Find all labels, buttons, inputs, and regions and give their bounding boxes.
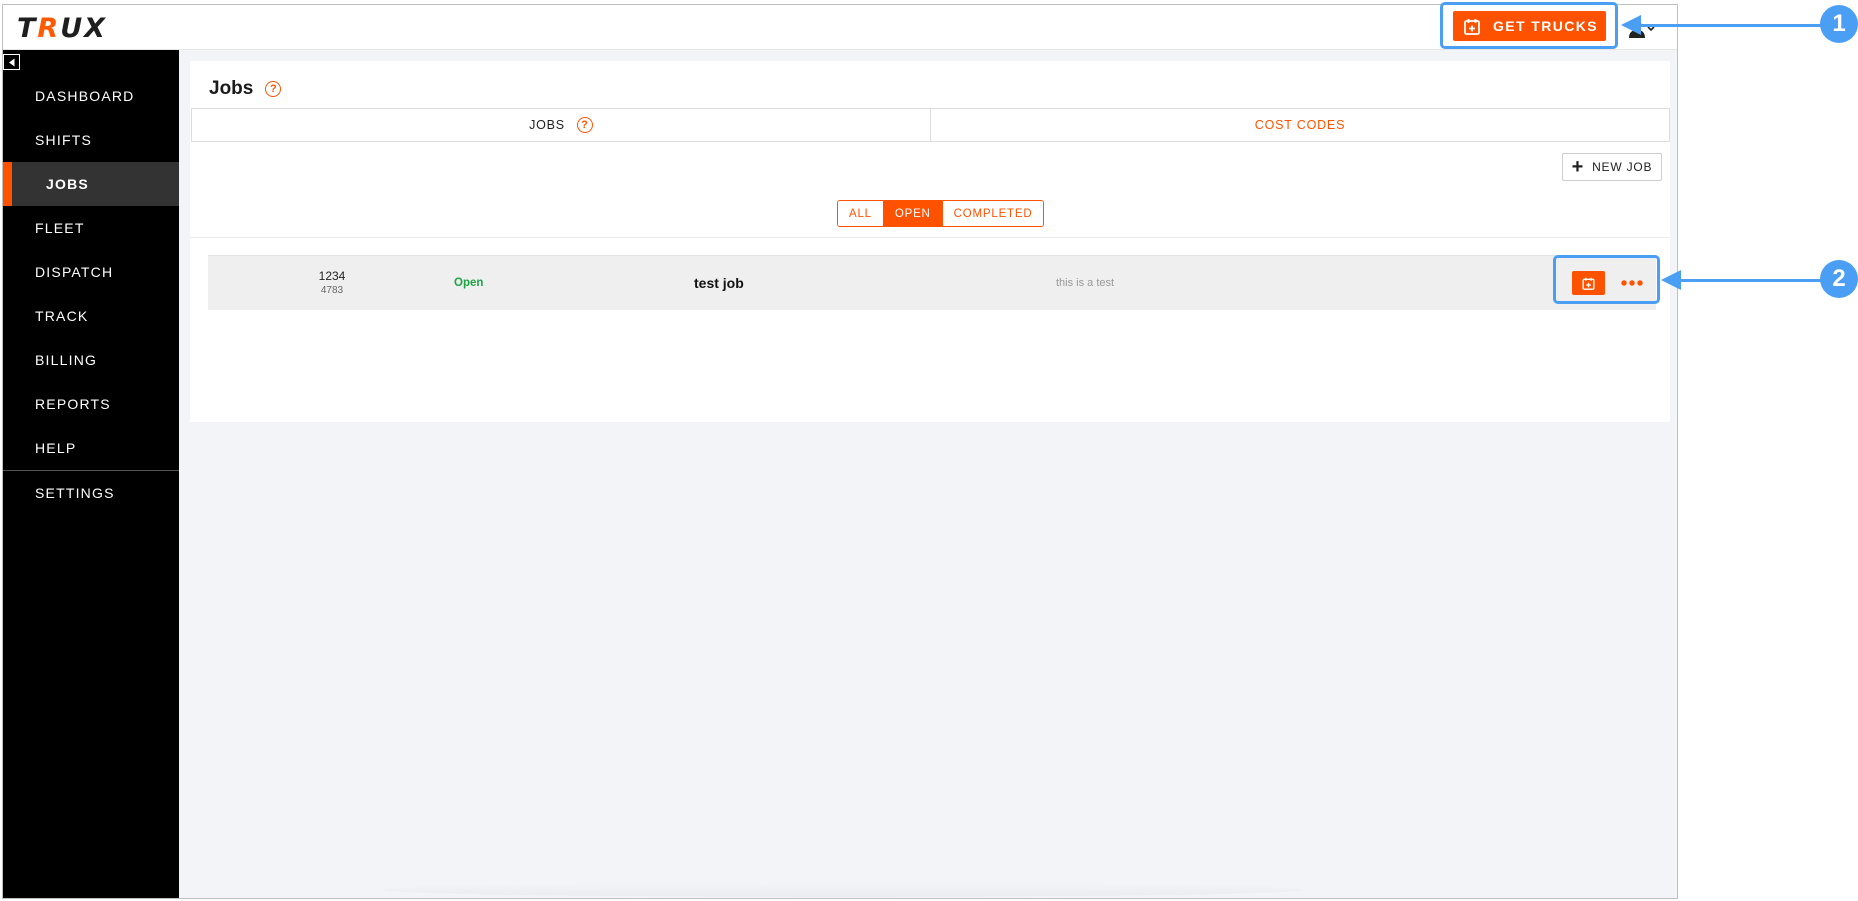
annotation-arrow-line xyxy=(1638,24,1824,27)
new-job-label: NEW JOB xyxy=(1592,160,1653,174)
tab-bar: JOBS ? COST CODES xyxy=(191,108,1670,142)
annotation-arrow-line xyxy=(1678,279,1824,282)
sidebar-item-label: SHIFTS xyxy=(35,132,92,148)
jobs-card: Jobs ? JOBS ? COST CODES + NEW JOB ALL O… xyxy=(190,61,1670,422)
tab-cost-codes[interactable]: COST CODES xyxy=(931,108,1670,141)
sidebar-nav: DASHBOARD SHIFTS JOBS FLEET DISPATCH TRA… xyxy=(3,74,179,515)
sidebar-item-label: DASHBOARD xyxy=(35,88,135,104)
job-number: 1234 xyxy=(318,269,346,283)
logo-text: TRUX xyxy=(17,12,107,44)
filter-completed-button[interactable]: COMPLETED xyxy=(941,201,1044,226)
trux-logo[interactable]: TRUX xyxy=(17,12,107,44)
sidebar-item-billing[interactable]: BILLING xyxy=(3,338,179,382)
divider xyxy=(190,237,1670,238)
highlight-row-actions xyxy=(1553,255,1660,304)
plus-icon: + xyxy=(1571,156,1585,178)
sidebar-item-label: REPORTS xyxy=(35,396,111,412)
new-job-button[interactable]: + NEW JOB xyxy=(1562,153,1662,181)
sidebar-item-label: TRACK xyxy=(35,308,89,324)
question-circle-icon[interactable]: ? xyxy=(576,117,593,133)
sidebar-item-settings[interactable]: SETTINGS xyxy=(3,471,179,515)
sidebar-item-help[interactable]: HELP xyxy=(3,426,179,470)
top-bar: TRUX GET TRUCKS xyxy=(3,5,1677,50)
table-row[interactable]: 1234 4783 Open test job this is a test xyxy=(208,255,1656,310)
annotation-badge-1: 1 xyxy=(1820,5,1858,43)
sidebar-item-jobs[interactable]: JOBS xyxy=(3,162,179,206)
page-title: Jobs ? xyxy=(209,78,282,100)
annotation-badge-2: 2 xyxy=(1820,260,1858,298)
tab-label: JOBS xyxy=(529,118,565,132)
sidebar-item-label: HELP xyxy=(35,440,77,456)
page-title-text: Jobs xyxy=(209,78,254,99)
triangle-left-icon xyxy=(8,58,14,66)
sidebar-item-label: DISPATCH xyxy=(35,264,114,280)
job-status: Open xyxy=(454,277,484,289)
question-circle-icon[interactable]: ? xyxy=(265,81,282,97)
sidebar: DASHBOARD SHIFTS JOBS FLEET DISPATCH TRA… xyxy=(3,50,179,898)
sidebar-item-label: FLEET xyxy=(35,220,85,236)
sidebar-item-label: SETTINGS xyxy=(35,485,115,501)
status-filter: ALL OPEN COMPLETED xyxy=(837,200,1045,227)
sidebar-item-fleet[interactable]: FLEET xyxy=(3,206,179,250)
sidebar-item-dispatch[interactable]: DISPATCH xyxy=(3,250,179,294)
sidebar-item-label: JOBS xyxy=(46,176,89,192)
tab-label: COST CODES xyxy=(1254,118,1346,132)
job-description: this is a test xyxy=(1056,277,1115,289)
screenshot-stage: TRUX GET TRUCKS DASHBOARD SHIFTS JOBS FL… xyxy=(0,0,1858,901)
highlight-get-trucks xyxy=(1440,2,1618,49)
tab-jobs[interactable]: JOBS ? xyxy=(191,108,931,141)
collapse-sidebar-button[interactable] xyxy=(3,54,20,70)
filter-open-button[interactable]: OPEN xyxy=(882,201,942,226)
sidebar-item-dashboard[interactable]: DASHBOARD xyxy=(3,74,179,118)
sidebar-item-label: BILLING xyxy=(35,352,98,368)
app-window: TRUX GET TRUCKS DASHBOARD SHIFTS JOBS FL… xyxy=(2,4,1678,899)
sidebar-item-track[interactable]: TRACK xyxy=(3,294,179,338)
job-sub-number: 4783 xyxy=(320,285,344,296)
sidebar-item-reports[interactable]: REPORTS xyxy=(3,382,179,426)
job-name: test job xyxy=(694,275,744,291)
filter-all-button[interactable]: ALL xyxy=(838,201,883,226)
bottom-shadow xyxy=(383,883,1303,897)
job-number-cell: 1234 4783 xyxy=(312,269,352,296)
sidebar-item-shifts[interactable]: SHIFTS xyxy=(3,118,179,162)
